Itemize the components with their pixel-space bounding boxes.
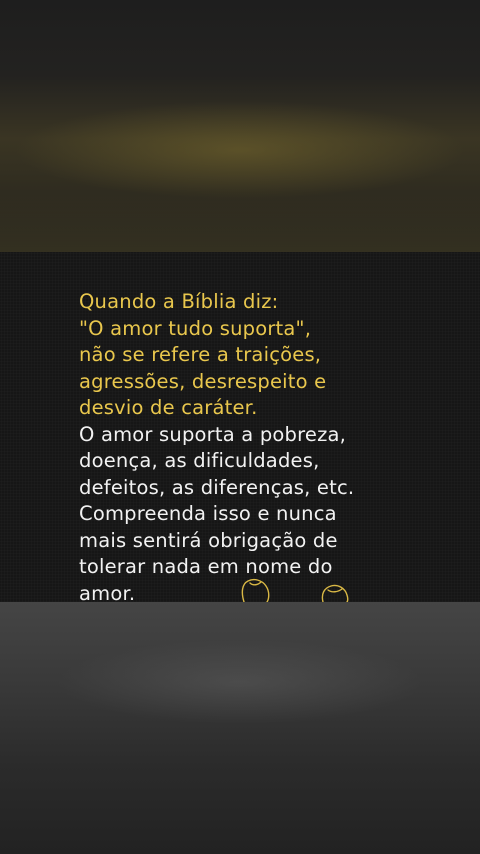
- story-viewer: Quando a Bíblia diz: "O amor tudo suport…: [0, 0, 480, 854]
- body-line: mais sentirá obrigação de: [79, 528, 338, 552]
- body-line: Compreenda isso e nunca: [79, 502, 337, 525]
- highlight-line: agressões, desrespeito e: [79, 369, 327, 393]
- blurred-background-bottom: [0, 602, 480, 854]
- body-line: O amor suporta a pobreza,: [79, 422, 347, 446]
- quote-text: Quando a Bíblia diz: "O amor tudo suport…: [79, 289, 439, 607]
- body-line: doença, as dificuldades,: [79, 449, 320, 472]
- blurred-background-top: [0, 0, 480, 252]
- quote-card[interactable]: Quando a Bíblia diz: "O amor tudo suport…: [0, 252, 480, 605]
- highlight-line: não se refere a traições,: [79, 343, 322, 366]
- highlight-line: Quando a Bíblia diz:: [79, 290, 279, 313]
- body-line: defeitos, as diferenças, etc.: [79, 475, 355, 499]
- highlight-line: desvio de caráter.: [79, 396, 258, 419]
- highlight-line: "O amor tudo suporta",: [79, 316, 312, 340]
- body-line: tolerar nada em nome do: [79, 555, 333, 578]
